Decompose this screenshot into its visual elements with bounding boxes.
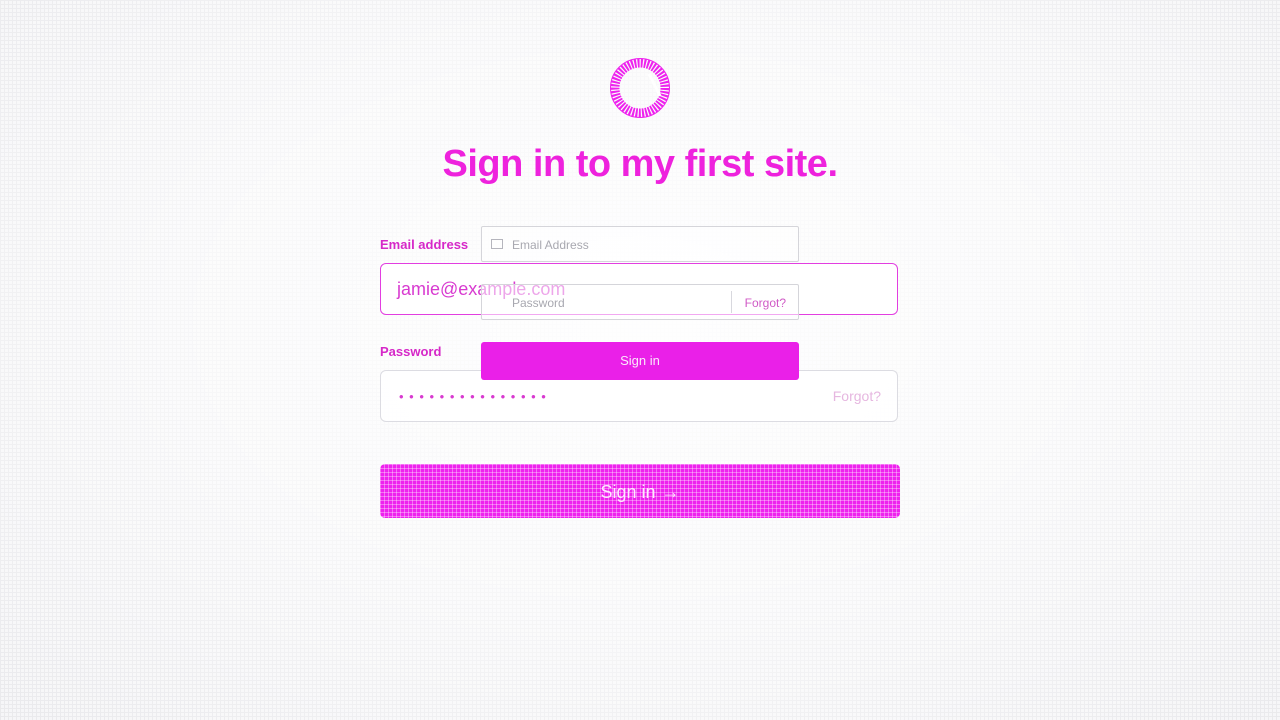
mail-icon (491, 239, 503, 249)
forgot-password-link[interactable]: Forgot? (833, 388, 881, 404)
password-label: Password (380, 344, 442, 359)
ghost-email-input: Email Address (481, 226, 799, 262)
sign-in-button[interactable]: Sign in → (380, 464, 900, 518)
sign-in-page: Sign in to my first site. Email address … (0, 0, 1280, 720)
page-title: Sign in to my first site. (442, 143, 839, 185)
sign-in-button-label: Sign in (600, 482, 656, 502)
password-mask: • • • • • • • • • • • • • • • (399, 389, 547, 404)
email-value: jamie@example.com (397, 279, 566, 299)
ring-logo-icon (610, 58, 670, 118)
email-field[interactable]: jamie@example.com (380, 263, 898, 315)
ghost-email-placeholder: Email Address (512, 238, 589, 252)
arrow-right-icon: → (661, 482, 680, 502)
password-field[interactable]: • • • • • • • • • • • • • • • Forgot? (380, 370, 898, 422)
email-label: Email address (380, 237, 469, 252)
